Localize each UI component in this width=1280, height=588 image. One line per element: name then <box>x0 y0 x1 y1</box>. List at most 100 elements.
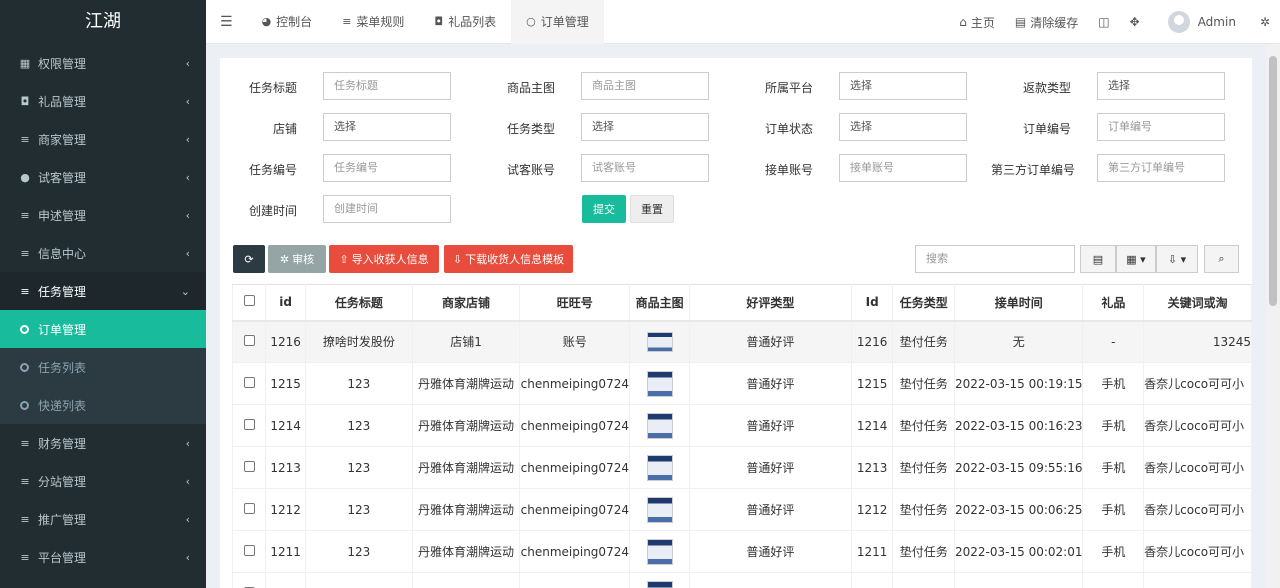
row-checkbox-cell[interactable] <box>231 446 267 489</box>
column-header[interactable]: 接单时间 <box>954 284 1084 322</box>
row-checkbox[interactable] <box>243 502 255 514</box>
search-button[interactable]: ⌕ <box>1204 245 1239 273</box>
sidebar-item-2[interactable]: ≡ 商家管理 ‹ <box>0 120 206 158</box>
select-all-checkbox[interactable] <box>243 295 255 307</box>
home-link[interactable]: ⌂ 主页 <box>949 0 1005 44</box>
sidebar-item-3[interactable]: ● 试客管理 ‹ <box>0 158 206 196</box>
sidebar-subitem-1[interactable]: 任务列表 <box>0 348 206 386</box>
brand-logo[interactable]: 江湖 <box>0 0 206 44</box>
sidebar-toggle-button[interactable]: ☰ <box>206 0 247 44</box>
columns-button[interactable]: ▦ ▾ <box>1116 245 1156 273</box>
row-checkbox-cell[interactable] <box>231 320 267 363</box>
product-thumbnail[interactable] <box>646 331 673 352</box>
product-thumbnail[interactable] <box>646 370 673 397</box>
tab-0[interactable]: ◕ 控制台 <box>247 0 328 44</box>
sidebar-item-after-3[interactable]: ≡ 平台管理 ‹ <box>0 538 206 576</box>
gears-icon: ✲ <box>1259 15 1270 29</box>
filter-select[interactable]: 选择 <box>581 113 709 141</box>
reset-button[interactable]: 重置 <box>630 195 674 223</box>
row-checkbox-cell[interactable] <box>231 488 267 531</box>
sidebar-item-after-0[interactable]: ≡ 财务管理 ‹ <box>0 424 206 462</box>
sidebar-subitem-0[interactable]: 订单管理 <box>0 310 206 348</box>
table-row[interactable]: 1213 123 丹雅体育潮牌运动 chenmeiping0724 普通好评 1213 垫付… <box>231 446 1252 489</box>
table-cell <box>1082 572 1145 588</box>
filter-select[interactable]: 选择 <box>839 72 967 100</box>
product-thumbnail[interactable] <box>646 538 673 565</box>
filter-input[interactable]: 任务标题 <box>323 72 451 100</box>
filter-select[interactable]: 选择 <box>1097 72 1225 100</box>
submit-button[interactable]: 提交 <box>582 195 626 223</box>
cell-value: 香奈儿coco可可小 <box>1144 377 1245 391</box>
table-cell: chenmeiping0724 <box>519 362 631 405</box>
filter-select[interactable]: 选择 <box>839 113 967 141</box>
scrollbar-thumb[interactable] <box>1269 56 1277 306</box>
column-header[interactable]: 旺旺号 <box>519 284 631 322</box>
row-checkbox-cell[interactable] <box>231 404 267 447</box>
tab-2[interactable]: ◘ 礼品列表 <box>419 0 511 44</box>
table-row[interactable] <box>231 572 1252 588</box>
column-header[interactable]: 商品主图 <box>629 284 690 322</box>
settings-button[interactable]: ✲ <box>1250 0 1280 44</box>
product-thumbnail[interactable] <box>646 454 673 481</box>
column-header[interactable]: 商家店铺 <box>411 284 521 322</box>
filter-select[interactable]: 选择 <box>323 113 451 141</box>
sidebar-subitem-2[interactable]: 快递列表 <box>0 386 206 424</box>
column-header[interactable]: id <box>265 284 306 322</box>
table-cell: 账号 <box>519 320 631 363</box>
user-menu[interactable]: Admin <box>1150 0 1250 44</box>
filter-input[interactable]: 试客账号 <box>581 154 709 182</box>
table-cell: 1212 <box>850 488 894 531</box>
product-thumbnail[interactable] <box>646 580 673 588</box>
column-header[interactable]: 任务类型 <box>892 284 956 322</box>
fullscreen-button[interactable]: ✥ <box>1120 0 1150 44</box>
row-checkbox-cell[interactable] <box>231 530 267 573</box>
filter-input[interactable]: 商品主图 <box>581 72 709 100</box>
clear-cache-button[interactable]: ▤ 清除缓存 <box>1005 0 1088 44</box>
row-checkbox[interactable] <box>243 544 255 556</box>
table-row[interactable]: 1216 撩啥时发股份 店铺1 账号 普通好评 1216 垫付任务 无 - 13245 <box>231 320 1252 363</box>
sidebar-item-after-1[interactable]: ≡ 分站管理 ‹ <box>0 462 206 500</box>
cell-value: 手机 <box>1101 419 1126 433</box>
select-all-checkbox-cell[interactable] <box>231 284 267 322</box>
product-thumbnail[interactable] <box>646 496 673 523</box>
row-checkbox-cell[interactable] <box>231 362 267 405</box>
sidebar-item-after-2[interactable]: ≡ 推广管理 ‹ <box>0 500 206 538</box>
table-row[interactable]: 1212 123 丹雅体育潮牌运动 chenmeiping0724 普通好评 1212 垫付… <box>231 488 1252 531</box>
download-template-button[interactable]: ⇩ 下载收货人信息模板 <box>444 245 573 273</box>
filter-input[interactable]: 订单编号 <box>1097 113 1225 141</box>
column-header[interactable]: Id <box>850 284 894 322</box>
page-scrollbar[interactable] <box>1266 44 1280 588</box>
filter-input[interactable]: 任务编号 <box>323 154 451 182</box>
refresh-button[interactable]: ⟳ <box>233 245 265 273</box>
column-header[interactable]: 关键词或淘 <box>1143 284 1252 322</box>
sidebar-item-5[interactable]: ≡ 信息中心 ‹ <box>0 234 206 272</box>
translate-button[interactable]: ◫ <box>1088 0 1119 44</box>
filter-input[interactable]: 第三方订单编号 <box>1097 154 1225 182</box>
row-checkbox-cell[interactable] <box>231 572 267 588</box>
row-checkbox[interactable] <box>243 418 255 430</box>
audit-button[interactable]: ✲ 审核 <box>268 245 326 273</box>
row-checkbox[interactable] <box>243 334 255 346</box>
column-header[interactable]: 好评类型 <box>688 284 852 322</box>
filter-input[interactable]: 接单账号 <box>839 154 967 182</box>
import-button[interactable]: ⇧ 导入收获人信息 <box>329 245 439 273</box>
filter-label: 订单状态 <box>764 122 813 136</box>
toggle-view-button[interactable]: ▤ <box>1080 245 1116 273</box>
tab-3[interactable]: ○ 订单管理 <box>511 0 604 44</box>
product-thumbnail[interactable] <box>646 412 673 439</box>
export-button[interactable]: ⇩ ▾ <box>1156 245 1198 273</box>
row-checkbox[interactable] <box>243 376 255 388</box>
search-input[interactable]: 搜索 <box>915 245 1075 273</box>
table-row[interactable]: 1215 123 丹雅体育潮牌运动 chenmeiping0724 普通好评 1215 垫付… <box>231 362 1252 405</box>
sidebar-item-6[interactable]: ≡ 任务管理 ⌄ <box>0 272 206 310</box>
sidebar-item-1[interactable]: ◘ 礼品管理 ‹ <box>0 82 206 120</box>
column-header[interactable]: 任务标题 <box>304 284 413 322</box>
filter-input[interactable]: 创建时间 <box>323 195 451 223</box>
column-header[interactable]: 礼品 <box>1082 284 1145 322</box>
row-checkbox[interactable] <box>243 460 255 472</box>
table-row[interactable]: 1214 123 丹雅体育潮牌运动 chenmeiping0724 普通好评 1214 垫付… <box>231 404 1252 447</box>
sidebar-item-0[interactable]: ▦ 权限管理 ‹ <box>0 44 206 82</box>
sidebar-item-4[interactable]: ≡ 申述管理 ‹ <box>0 196 206 234</box>
tab-1[interactable]: ≡ 菜单规则 <box>327 0 419 44</box>
table-row[interactable]: 1211 123 丹雅体育潮牌运动 chenmeiping0724 普通好评 1211 垫付… <box>231 530 1252 573</box>
